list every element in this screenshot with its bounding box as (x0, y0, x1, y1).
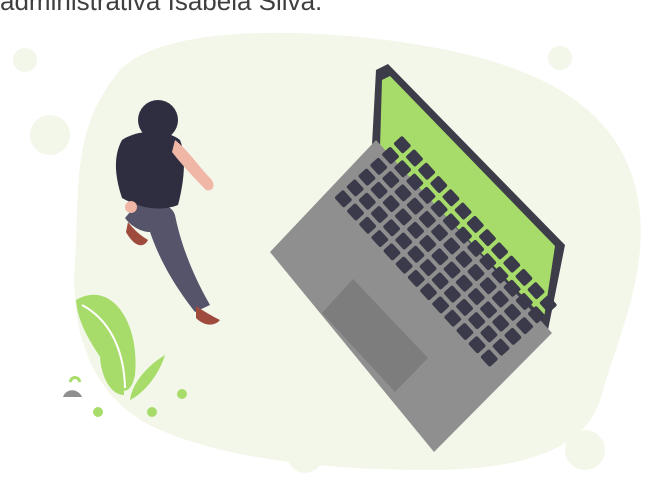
plant-sprout (147, 407, 157, 417)
person-head (138, 100, 178, 140)
decor-circle (30, 115, 70, 155)
laptop-illustration (13, 32, 641, 473)
plant-sprout (177, 389, 187, 399)
decor-circle (13, 48, 37, 72)
decor-circle (565, 430, 605, 470)
rock (63, 390, 82, 397)
plant-sprout (68, 376, 82, 383)
person-shirt (115, 131, 184, 209)
decor-circle (548, 46, 572, 70)
plant-sprout (93, 407, 103, 417)
person-hand (125, 201, 137, 213)
decor-circle (287, 437, 323, 473)
caption-text: administrativa Isabela Silva. (0, 0, 323, 16)
